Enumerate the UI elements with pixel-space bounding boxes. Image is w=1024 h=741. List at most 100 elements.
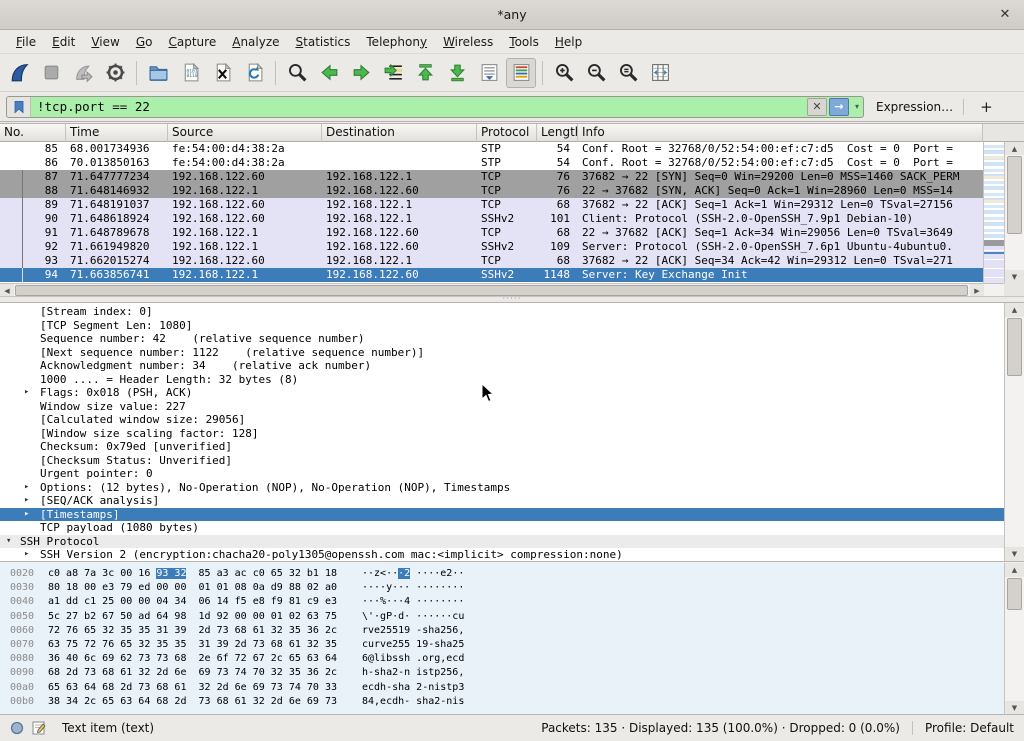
hex-row-0090[interactable]: 009068 2d 73 68 61 32 2d 6e 69 73 74 70 …: [0, 666, 1024, 680]
detail-line[interactable]: ▸Options: (12 bytes), No-Operation (NOP)…: [0, 481, 1004, 495]
hex-vertical-scrollbar[interactable]: ▲ ▼: [1004, 563, 1024, 714]
hex-ascii[interactable]: curve255 19-sha25: [362, 638, 464, 652]
menu-edit[interactable]: Edit: [44, 32, 83, 52]
hex-ascii[interactable]: \'·gP·d· ······cu: [362, 610, 464, 624]
hex-row-0070[interactable]: 007063 75 72 76 65 32 35 35 31 39 2d 73 …: [0, 638, 1024, 652]
detail-line[interactable]: ▾SSH Protocol: [0, 535, 1004, 549]
resize-columns-icon[interactable]: [645, 58, 675, 88]
scroll-down-arrow-icon[interactable]: ▼: [1005, 547, 1024, 561]
hex-row-00b0[interactable]: 00b038 34 2c 65 63 64 68 2d 73 68 61 32 …: [0, 695, 1024, 709]
hex-bytes[interactable]: 65 63 64 68 2d 73 68 61 32 2d 6e 69 73 7…: [48, 681, 337, 695]
detail-line[interactable]: [Window size scaling factor: 128]: [0, 427, 1004, 441]
detail-line[interactable]: Sequence number: 42 (relative sequence n…: [0, 332, 1004, 346]
menu-file[interactable]: File: [8, 32, 44, 52]
packet-row-86[interactable]: 8670.013850163fe:54:00:d4:38:2aSTP54Conf…: [0, 156, 983, 170]
detail-line[interactable]: Acknowledgment number: 34 (relative ack …: [0, 359, 1004, 373]
hex-selected-bytes[interactable]: 93 32: [156, 568, 186, 579]
scrollbar-thumb[interactable]: [1007, 578, 1022, 610]
status-profile[interactable]: Profile: Default: [925, 721, 1014, 735]
hex-row-00a0[interactable]: 00a065 63 64 68 2d 73 68 61 32 2d 6e 69 …: [0, 681, 1024, 695]
go-forward-icon[interactable]: [346, 58, 376, 88]
menu-help[interactable]: Help: [547, 32, 590, 52]
detail-line[interactable]: Window size value: 227: [0, 400, 1004, 414]
collapsed-arrow-icon[interactable]: ▸: [24, 508, 29, 522]
go-last-icon[interactable]: [442, 58, 472, 88]
open-file-icon[interactable]: [143, 58, 173, 88]
reload-file-icon[interactable]: [239, 58, 269, 88]
colorize-icon[interactable]: [506, 58, 536, 88]
ascii-selected-chars[interactable]: ·2: [398, 568, 410, 579]
detail-line[interactable]: [TCP Segment Len: 1080]: [0, 319, 1004, 333]
apply-filter-button[interactable]: →: [829, 98, 849, 116]
packet-row-89[interactable]: 8971.648191037192.168.122.60192.168.122.…: [0, 198, 983, 212]
expression-button[interactable]: Expression…: [876, 100, 953, 114]
column-header-source[interactable]: Source: [168, 124, 322, 142]
close-icon[interactable]: ✕: [996, 6, 1014, 24]
go-back-icon[interactable]: [314, 58, 344, 88]
packet-minimap[interactable]: [983, 142, 1004, 283]
detail-line[interactable]: 1000 .... = Header Length: 32 bytes (8): [0, 373, 1004, 387]
title-bar[interactable]: *any ✕: [0, 0, 1024, 30]
pane-splitter[interactable]: ·····: [0, 296, 1024, 303]
hex-ascii[interactable]: 6@libssh .org,ecd: [362, 652, 464, 666]
hex-bytes[interactable]: 72 76 65 32 35 35 31 39 2d 73 68 61 32 3…: [48, 624, 337, 638]
zoom-reset-icon[interactable]: [613, 58, 643, 88]
close-file-icon[interactable]: [207, 58, 237, 88]
hex-row-0020[interactable]: 0020c0 a8 7a 3c 00 16 93 32 85 a3 ac c0 …: [0, 567, 1024, 581]
detail-line[interactable]: Urgent pointer: 0: [0, 467, 1004, 481]
column-header-destination[interactable]: Destination: [322, 124, 477, 142]
hex-bytes[interactable]: c0 a8 7a 3c 00 16 93 32 85 a3 ac c0 65 3…: [48, 567, 337, 581]
start-capture-icon[interactable]: [4, 58, 34, 88]
packet-row-85[interactable]: 8568.001734936fe:54:00:d4:38:2aSTP54Conf…: [0, 142, 983, 156]
hex-bytes[interactable]: 80 18 00 e3 79 ed 00 00 01 01 08 0a d9 8…: [48, 581, 337, 595]
stop-capture-icon[interactable]: [36, 58, 66, 88]
column-header-protocol[interactable]: Protocol: [477, 124, 537, 142]
detail-line[interactable]: ▸SSH Version 2 (encryption:chacha20-poly…: [0, 548, 1004, 561]
hex-bytes[interactable]: 5c 27 b2 67 50 ad 64 98 1d 92 00 00 01 0…: [48, 610, 337, 624]
display-filter-field[interactable]: !tcp.port == 22 ✕ → ▾: [6, 96, 864, 118]
menu-wireless[interactable]: Wireless: [435, 32, 501, 52]
column-header-length[interactable]: Length: [537, 124, 578, 142]
collapsed-arrow-icon[interactable]: ▸: [24, 386, 29, 400]
add-filter-button[interactable]: +: [974, 98, 999, 116]
hex-ascii[interactable]: ···%···4 ········: [362, 595, 464, 609]
expanded-arrow-icon[interactable]: ▾: [6, 535, 11, 549]
menu-view[interactable]: View: [83, 32, 127, 52]
scroll-down-arrow-icon[interactable]: ▼: [1005, 270, 1024, 283]
column-header-info[interactable]: Info: [578, 124, 983, 142]
packet-row-93[interactable]: 9371.662015274192.168.122.60192.168.122.…: [0, 254, 983, 268]
hex-bytes[interactable]: 38 34 2c 65 63 64 68 2d 73 68 61 32 2d 6…: [48, 695, 337, 709]
hex-row-0060[interactable]: 006072 76 65 32 35 35 31 39 2d 73 68 61 …: [0, 624, 1024, 638]
detail-line[interactable]: [Stream index: 0]: [0, 305, 1004, 319]
menu-tools[interactable]: Tools: [501, 32, 547, 52]
details-vertical-scrollbar[interactable]: ▲ ▼: [1004, 303, 1024, 561]
detail-line[interactable]: ▸Flags: 0x018 (PSH, ACK): [0, 386, 1004, 400]
scrollbar-thumb[interactable]: [1007, 318, 1022, 376]
packet-row-90[interactable]: 9071.648618924192.168.122.60192.168.122.…: [0, 212, 983, 226]
filter-history-dropdown[interactable]: ▾: [851, 102, 863, 111]
detail-line[interactable]: Checksum: 0x79ed [unverified]: [0, 440, 1004, 454]
zoom-out-icon[interactable]: [581, 58, 611, 88]
menu-capture[interactable]: Capture: [160, 32, 224, 52]
detail-line[interactable]: TCP payload (1080 bytes): [0, 521, 1004, 535]
save-file-icon[interactable]: 01010110: [175, 58, 205, 88]
hex-ascii[interactable]: h-sha2-n istp256,: [362, 666, 464, 680]
zoom-in-icon[interactable]: [549, 58, 579, 88]
go-to-packet-icon[interactable]: [378, 58, 408, 88]
detail-line[interactable]: [Checksum Status: Unverified]: [0, 454, 1004, 468]
restart-capture-icon[interactable]: [68, 58, 98, 88]
hex-ascii[interactable]: rve25519 -sha256,: [362, 624, 464, 638]
collapsed-arrow-icon[interactable]: ▸: [24, 548, 29, 561]
go-first-icon[interactable]: [410, 58, 440, 88]
clear-filter-button[interactable]: ✕: [807, 98, 827, 116]
collapsed-arrow-icon[interactable]: ▸: [24, 481, 29, 495]
find-packet-icon[interactable]: [282, 58, 312, 88]
auto-scroll-icon[interactable]: [474, 58, 504, 88]
scroll-up-arrow-icon[interactable]: ▲: [1005, 142, 1024, 155]
packet-row-91[interactable]: 9171.648789678192.168.122.1192.168.122.6…: [0, 226, 983, 240]
hex-bytes[interactable]: 68 2d 73 68 61 32 2d 6e 69 73 74 70 32 3…: [48, 666, 337, 680]
packet-list-vertical-scrollbar[interactable]: ▲ ▼: [1004, 142, 1024, 283]
filter-bookmark-button[interactable]: [7, 97, 31, 117]
collapsed-arrow-icon[interactable]: ▸: [24, 494, 29, 508]
hex-ascii[interactable]: ··z<···2 ····e2··: [362, 567, 464, 581]
